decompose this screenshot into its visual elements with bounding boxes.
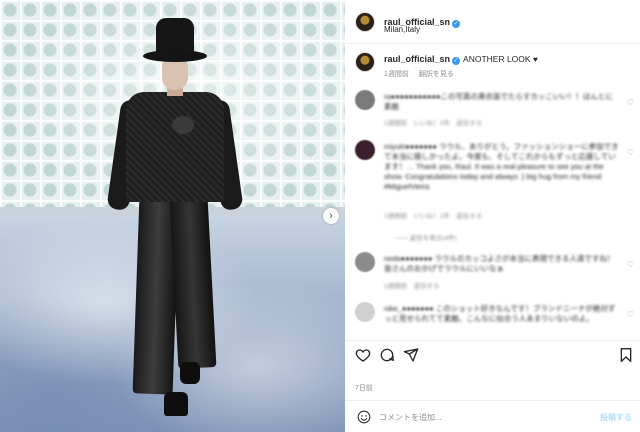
hat-brim (143, 50, 207, 62)
heart-outline-icon[interactable]: ♡ (627, 310, 634, 319)
jacket-brooch (172, 116, 194, 134)
comment-meta: 1週間前 返信する (384, 283, 440, 290)
comment-item: miyuki●●●●●●● ラウル、ありがとう。ファッションショーに参加できて本… (345, 140, 640, 220)
post-location[interactable]: Milan,Italy (384, 25, 420, 34)
post-comment-button[interactable]: 投稿する (600, 412, 632, 423)
post-photo[interactable]: › (0, 0, 345, 432)
runway-model (106, 14, 244, 424)
verified-badge-icon: ✓ (452, 20, 461, 28)
view-replies-link[interactable]: —— 返信を表示(4件) (395, 232, 457, 242)
emoji-icon[interactable] (357, 410, 371, 424)
caption-time: 1週間前 (384, 71, 409, 78)
post-caption: raul_official_sn ✓ ANOTHER LOOK ♥ 1週間前 翻訳を… (345, 44, 640, 82)
comment-avatar[interactable] (355, 140, 375, 160)
comment-text: nike_●●●●●●● このショット好きなんです！ブランドニーナが絶対ずっと見… (384, 304, 616, 323)
like-heart-icon[interactable] (355, 347, 371, 363)
comment-meta: 1週間前 いいね！1件 返信する (384, 213, 483, 220)
caption-author-avatar[interactable] (355, 52, 375, 72)
comment-item: noda●●●●●●● ラウルのカッコよさが本当に表現できる人達ですね！皆さんの… (345, 252, 640, 290)
author-avatar[interactable] (355, 12, 375, 32)
comment-text: miyuki●●●●●●● ラウル、ありがとう。ファッションショーに参加できて本… (384, 142, 619, 191)
verified-badge-icon: ✓ (452, 57, 461, 65)
caption-username[interactable]: raul_official_sn (384, 54, 450, 64)
black-heart-icon: ♥ (532, 55, 538, 64)
post-header: raul_official_sn ✓ Milan,Italy (345, 0, 640, 44)
comment-text: noda●●●●●●● ラウルのカッコよさが本当に表現できる人達ですね！皆さんの… (384, 254, 615, 273)
comment-avatar[interactable] (355, 90, 375, 110)
comment-avatar[interactable] (355, 302, 375, 322)
model-right-leg (169, 197, 217, 369)
model-jacket (126, 92, 224, 202)
add-comment-bar: 投稿する (345, 400, 640, 432)
heart-outline-icon[interactable]: ♡ (627, 98, 634, 107)
comment-input[interactable] (379, 408, 589, 426)
caption-body: ANOTHER LOOK (463, 54, 531, 64)
comment-meta: 1週間前 いいね！1件 返信する (384, 120, 483, 127)
post-side-panel: raul_official_sn ✓ Milan,Italy raul_offic… (345, 0, 640, 432)
model-left-shoe (164, 392, 188, 416)
caption-text-row: raul_official_sn ✓ ANOTHER LOOK ♥ (384, 54, 538, 65)
next-image-button[interactable]: › (323, 208, 339, 224)
share-send-icon[interactable] (403, 347, 419, 363)
heart-outline-icon[interactable]: ♡ (627, 148, 634, 157)
bookmark-icon[interactable] (618, 347, 634, 363)
post-date[interactable]: 7日前 (355, 383, 373, 393)
heart-outline-icon[interactable]: ♡ (627, 260, 634, 269)
post-action-bar (345, 340, 640, 370)
comment-bubble-icon[interactable] (379, 347, 395, 363)
comment-avatar[interactable] (355, 252, 375, 272)
model-face (162, 58, 188, 90)
comment-item: ra●●●●●●●●●●●この写真の黒衣装でたらすカッこいい！！ほんとに素敵 1… (345, 90, 640, 128)
comment-text: ra●●●●●●●●●●●この写真の黒衣装でたらすカッこいい！！ほんとに素敵 (384, 92, 613, 111)
comment-item: nike_●●●●●●● このショット好きなんです！ブランドニーナが絶対ずっと見… (345, 302, 640, 338)
translate-link[interactable]: 翻訳を見る (419, 71, 454, 78)
caption-meta: 1週間前 翻訳を見る (384, 69, 462, 79)
model-right-shoe (180, 362, 200, 384)
chevron-right-icon: › (329, 210, 333, 222)
